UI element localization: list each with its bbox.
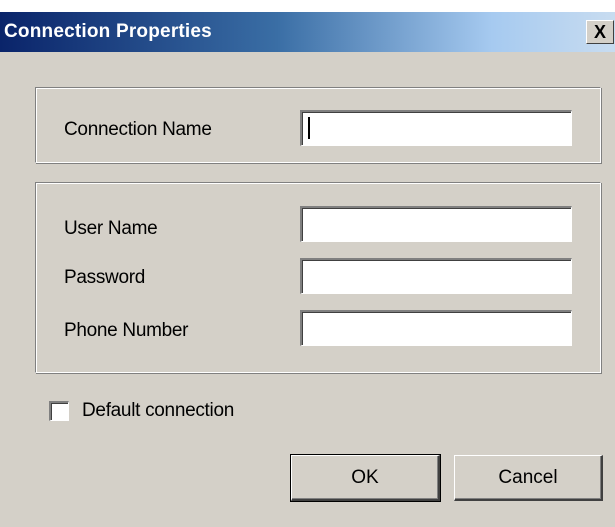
phone-number-label: Phone Number <box>64 320 189 341</box>
title-bar[interactable]: Connection Properties X <box>0 12 615 52</box>
phone-number-input[interactable] <box>300 310 572 346</box>
default-connection-checkbox[interactable] <box>49 401 69 421</box>
close-button[interactable]: X <box>586 20 614 44</box>
connection-name-input[interactable] <box>300 110 572 146</box>
user-name-label: User Name <box>64 218 158 239</box>
password-input[interactable] <box>300 258 572 294</box>
user-name-input[interactable] <box>300 206 572 242</box>
connection-name-label: Connection Name <box>64 119 212 140</box>
cancel-button[interactable]: Cancel <box>454 455 603 501</box>
close-icon: X <box>594 22 607 42</box>
desktop-strip <box>0 0 615 12</box>
ok-button[interactable]: OK <box>290 454 441 502</box>
window-title: Connection Properties <box>4 21 212 42</box>
text-caret <box>308 117 310 139</box>
default-connection-label[interactable]: Default connection <box>82 400 234 422</box>
password-label: Password <box>64 267 146 288</box>
connection-properties-dialog: Connection Properties X Connection Name … <box>0 0 615 527</box>
